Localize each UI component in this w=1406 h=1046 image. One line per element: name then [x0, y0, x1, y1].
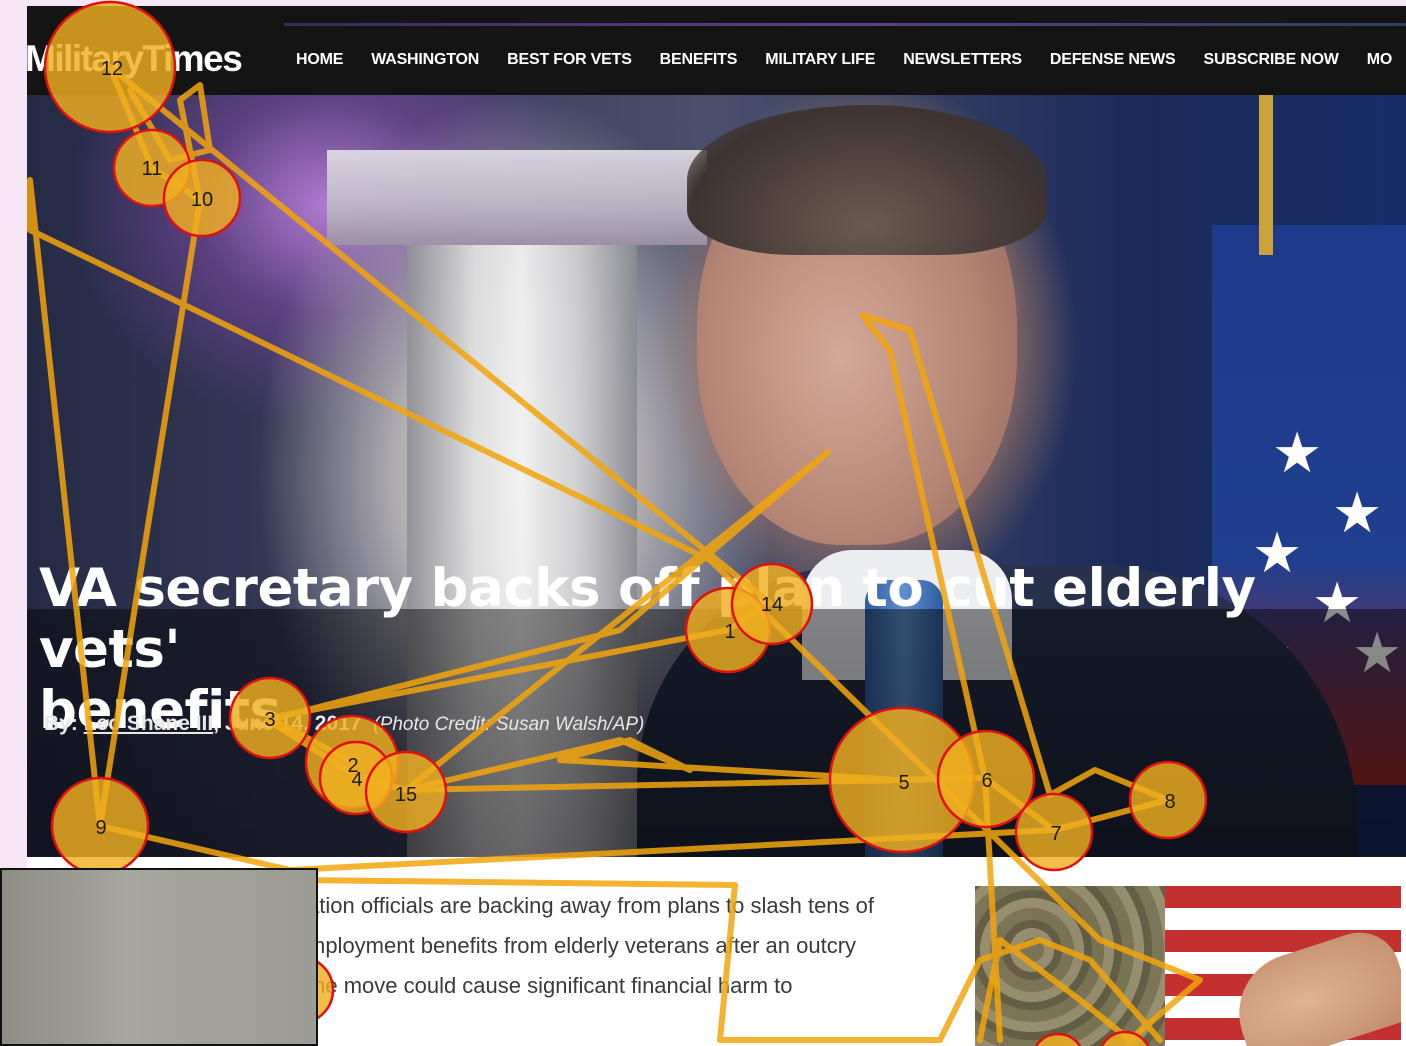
article-byline: By: Leo Shane III, June 14, 2017 (Photo … [44, 712, 644, 736]
site-header: MilitaryTimes HOME WASHINGTON BEST FOR V… [27, 6, 1406, 95]
body-line-3: the move could cause significant financi… [307, 973, 793, 998]
photo-credit: (Photo Credit: Susan Walsh/AP) [373, 714, 645, 735]
related-story-thumbnail[interactable] [975, 886, 1401, 1046]
body-line-2: mployment benefits from elderly veterans… [307, 933, 857, 958]
article-date: , June 14, 2017 [213, 712, 362, 735]
site-logo[interactable]: MilitaryTimes [27, 38, 243, 80]
flag-pole [1259, 95, 1273, 255]
nav-subscribe-now[interactable]: SUBSCRIBE NOW [1204, 51, 1339, 69]
webcam-video-panel [0, 868, 318, 1046]
byline-prefix: By: [44, 712, 84, 735]
nav-military-life[interactable]: MILITARY LIFE [765, 51, 875, 69]
speaker-hair [687, 105, 1047, 255]
header-accent-line [284, 23, 1406, 26]
nav-newsletters[interactable]: NEWSLETTERS [903, 51, 1022, 69]
author-link[interactable]: Leo Shane III [84, 712, 214, 735]
nav-defense-news[interactable]: DEFENSE NEWS [1050, 51, 1176, 69]
body-line-1: ation officials are backing away from pl… [307, 893, 875, 918]
column-capital [327, 150, 707, 245]
nav-more[interactable]: MO [1367, 51, 1393, 69]
nav-washington[interactable]: WASHINGTON [371, 51, 479, 69]
hero-image: ★ ★ ★ ★ ★ ★ [27, 95, 1406, 857]
article-body: ation officials are backing away from pl… [307, 886, 967, 1006]
main-nav: HOME WASHINGTON BEST FOR VETS BENEFITS M… [296, 51, 1406, 69]
nav-benefits[interactable]: BENEFITS [660, 51, 738, 69]
nav-best-for-vets[interactable]: BEST FOR VETS [507, 51, 632, 69]
soldier-camouflage [975, 886, 1165, 1046]
headline-line-1: VA secretary backs off plan to cut elder… [39, 558, 1256, 680]
nav-home[interactable]: HOME [296, 51, 343, 69]
